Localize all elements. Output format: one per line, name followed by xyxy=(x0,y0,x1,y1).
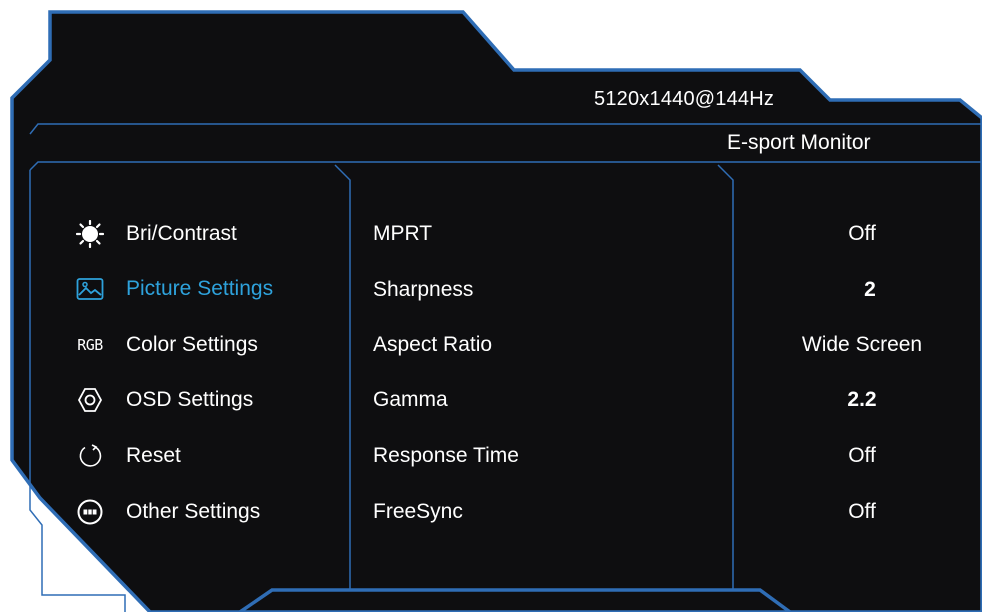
menu-label: Bri/Contrast xyxy=(126,222,237,245)
more-icon xyxy=(75,497,105,527)
menu-item-picture-settings[interactable]: Picture Settings xyxy=(75,274,335,304)
setting-row-response-time[interactable]: Response Time Off xyxy=(373,441,973,471)
setting-value: Off xyxy=(848,222,876,245)
resolution-readout: 5120x1440@144Hz xyxy=(594,88,775,110)
setting-value: Off xyxy=(848,444,876,467)
menu-item-osd-settings[interactable]: OSD Settings xyxy=(75,385,335,415)
setting-value: 2.2 xyxy=(847,388,877,411)
monitor-model-title: E-sport Monitor xyxy=(727,131,871,154)
menu-label: Reset xyxy=(126,444,181,467)
setting-name: Sharpness xyxy=(373,278,474,301)
setting-row-sharpness[interactable]: Sharpness 2 xyxy=(373,275,973,305)
setting-name: Response Time xyxy=(373,444,519,467)
setting-name: Gamma xyxy=(373,388,448,411)
rgb-icon: RGB xyxy=(77,336,103,354)
menu-item-reset[interactable]: Reset xyxy=(75,441,335,471)
menu-label: Color Settings xyxy=(126,333,258,356)
picture-icon xyxy=(75,274,105,304)
sun-icon xyxy=(75,219,105,249)
setting-name: MPRT xyxy=(373,222,433,245)
setting-row-mprt[interactable]: MPRT Off xyxy=(373,219,973,249)
osd-icon xyxy=(75,385,105,415)
setting-value: 2 xyxy=(864,278,876,301)
reset-icon xyxy=(75,441,105,471)
menu-label: Picture Settings xyxy=(126,277,274,300)
setting-name: FreeSync xyxy=(373,500,463,523)
setting-value: Off xyxy=(848,500,876,523)
setting-name: Aspect Ratio xyxy=(373,333,493,356)
setting-row-gamma[interactable]: Gamma 2.2 xyxy=(373,385,973,415)
setting-row-aspect-ratio[interactable]: Aspect Ratio Wide Screen xyxy=(373,330,973,360)
menu-item-bri-contrast[interactable]: Bri/Contrast xyxy=(75,219,335,249)
setting-value: Wide Screen xyxy=(801,333,923,356)
menu-item-color-settings[interactable]: RGB Color Settings xyxy=(75,330,335,360)
menu-item-other-settings[interactable]: Other Settings xyxy=(75,497,335,527)
menu-label: OSD Settings xyxy=(126,388,254,411)
menu-label: Other Settings xyxy=(126,500,261,523)
setting-row-freesync[interactable]: FreeSync Off xyxy=(373,497,973,527)
